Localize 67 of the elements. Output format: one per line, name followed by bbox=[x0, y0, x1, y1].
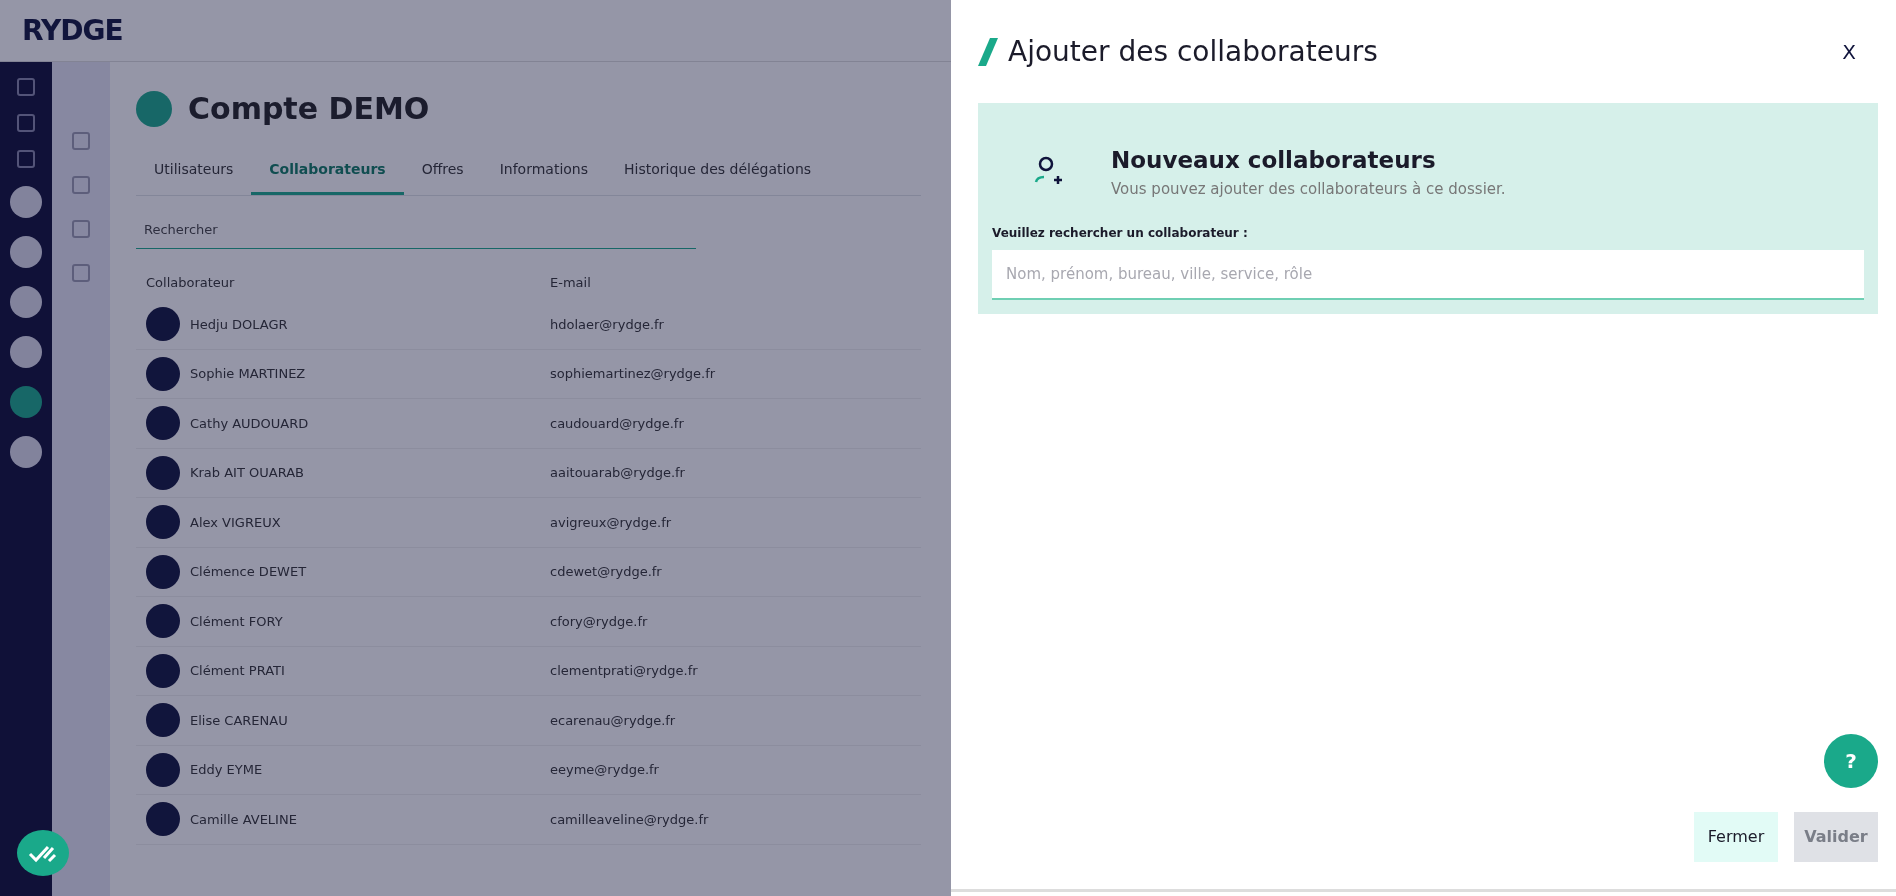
avatar bbox=[146, 307, 180, 342]
close-button[interactable]: Fermer bbox=[1694, 812, 1778, 862]
avatar bbox=[146, 703, 180, 738]
table-cell-text: Sophie MARTINEZ bbox=[190, 365, 306, 383]
rail-icon[interactable] bbox=[10, 186, 42, 218]
tab[interactable]: Offres bbox=[403, 147, 482, 195]
help-button[interactable]: ? bbox=[1824, 734, 1878, 788]
avatar bbox=[146, 653, 180, 688]
table-cell-text: cfory@rydge.fr bbox=[550, 612, 648, 631]
rail-icon[interactable] bbox=[10, 286, 42, 318]
logo[interactable]: RYDGE bbox=[22, 9, 123, 52]
table-cell-text: Hedju DOLAGR bbox=[190, 315, 288, 334]
tab[interactable]: Utilisateurs bbox=[136, 147, 252, 195]
table-cell-text: sophiemartinez@rydge.fr bbox=[550, 365, 716, 383]
tab[interactable]: Collaborateurs bbox=[251, 147, 404, 195]
table-cell-text: eeyme@rydge.fr bbox=[550, 761, 659, 779]
panel-title: Ajouter des collaborateurs bbox=[1008, 33, 1378, 70]
rail-icon[interactable] bbox=[10, 336, 42, 368]
avatar bbox=[146, 604, 180, 639]
slash-icon bbox=[978, 37, 1000, 66]
account-avatar bbox=[136, 90, 172, 127]
info-text: Vous pouvez ajouter des collaborateurs à ce dossier. bbox=[1111, 178, 1506, 200]
avatar bbox=[146, 455, 180, 490]
table-cell-text: Alex VIGREUX bbox=[190, 513, 281, 532]
avatar bbox=[146, 356, 180, 391]
avatar bbox=[146, 406, 180, 441]
close-button[interactable]: X bbox=[1836, 35, 1862, 68]
avatar bbox=[146, 802, 180, 837]
account-title: Compte DEMO bbox=[188, 90, 430, 128]
table-cell-text: Clément FORY bbox=[190, 612, 283, 631]
rail-icon[interactable] bbox=[17, 150, 35, 168]
table-cell-text: Clémence DEWET bbox=[190, 563, 307, 581]
avatar bbox=[146, 554, 180, 589]
tab[interactable]: Informations bbox=[481, 147, 606, 195]
menu-icon[interactable] bbox=[72, 132, 90, 150]
rail-icon[interactable] bbox=[10, 386, 42, 418]
table-cell-text: Eddy EYME bbox=[190, 761, 263, 779]
rail-icon[interactable] bbox=[10, 436, 42, 468]
table-cell-text: avigreux@rydge.fr bbox=[550, 513, 672, 532]
table-cell-text: aaitouarab@rydge.fr bbox=[550, 464, 685, 482]
table-cell-text: Krab AIT OUARAB bbox=[190, 464, 304, 482]
menu-icon[interactable] bbox=[72, 264, 90, 282]
table-cell-text: camilleaveline@rydge.fr bbox=[550, 810, 709, 829]
table-cell-text: clementprati@rydge.fr bbox=[550, 662, 698, 680]
tab[interactable]: Historique des délégations bbox=[606, 147, 830, 195]
table-cell-text: ecarenau@rydge.fr bbox=[550, 711, 676, 730]
avatar bbox=[146, 505, 180, 540]
field-label: Veuillez rechercher un collaborateur : bbox=[992, 225, 1249, 242]
table-cell-text: Clément PRATI bbox=[190, 662, 285, 680]
menu-icon[interactable] bbox=[72, 220, 90, 238]
table-cell-text: Camille AVELINE bbox=[190, 810, 297, 829]
search-field[interactable]: Rechercher bbox=[136, 212, 696, 249]
check-badge-icon[interactable] bbox=[16, 828, 70, 878]
rail-icon[interactable] bbox=[17, 78, 35, 96]
rail-icon[interactable] bbox=[17, 114, 35, 132]
table-cell-text: hdolaer@rydge.fr bbox=[550, 315, 664, 334]
menu-icon[interactable] bbox=[72, 176, 90, 194]
column-header[interactable]: Collaborateur bbox=[146, 272, 235, 292]
table-cell-text: Elise CARENAU bbox=[190, 711, 288, 730]
table-cell-text: Cathy AUDOUARD bbox=[190, 414, 309, 433]
avatar bbox=[146, 752, 180, 787]
table-cell-text: caudouard@rydge.fr bbox=[550, 414, 684, 433]
info-heading: Nouveaux collaborateurs bbox=[1111, 146, 1437, 175]
table-cell-text: cdewet@rydge.fr bbox=[550, 563, 662, 581]
column-header[interactable]: E-mail bbox=[550, 272, 591, 292]
rail-icon[interactable] bbox=[10, 236, 42, 268]
search-field[interactable]: Nom, prénom, bureau, ville, service, rôle bbox=[992, 250, 1864, 300]
